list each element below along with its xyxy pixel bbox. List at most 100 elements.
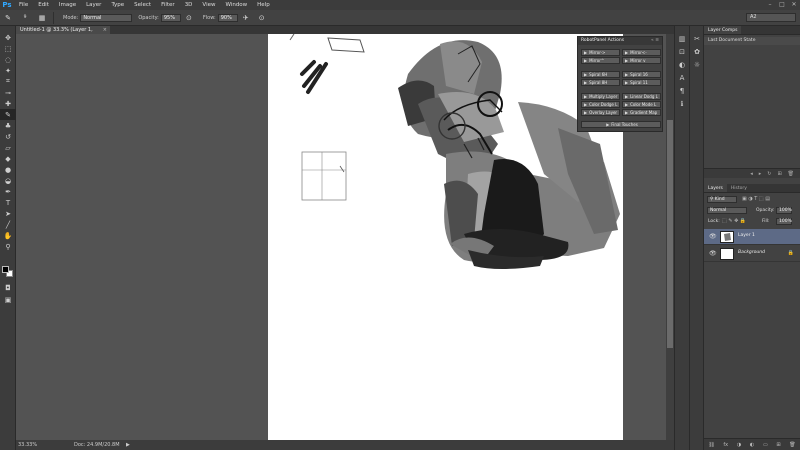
minimize-button[interactable]: – [764,0,776,10]
layer-comp-row[interactable]: Last Document State [704,37,800,45]
new-comp-icon[interactable]: ⊞ [777,171,781,177]
eraser-tool-icon[interactable]: ▱ [0,142,16,153]
document-canvas[interactable] [268,34,623,440]
brush-size-picker[interactable]: 9 [19,13,31,23]
paragraph-icon[interactable]: ¶ [675,84,689,97]
status-menu-arrow-icon[interactable]: ▶ [126,440,130,450]
update-comp-icon[interactable]: ↻ [767,171,771,177]
path-select-tool-icon[interactable]: ➤ [0,208,16,219]
paint-bucket-tool-icon[interactable]: ◆ [0,153,16,164]
opacity-pressure-icon[interactable]: ⊙ [184,13,194,23]
action-spiral-11-button[interactable]: ▶ Spiral 11 [622,79,661,86]
layer-row-background[interactable]: 👁 Background 🔒 [704,246,800,262]
hand-tool-icon[interactable]: ✋ [0,230,16,241]
dodge-tool-icon[interactable]: ◒ [0,175,16,186]
action-spiral-8h-button[interactable]: ▶ Spiral 8H [581,79,620,86]
menu-image[interactable]: Image [54,0,81,10]
maximize-button[interactable]: □ [776,0,788,10]
layer-opacity-field[interactable]: 100% [776,207,792,214]
close-window-button[interactable]: ✕ [788,0,800,10]
tab-layer-comps[interactable]: Layer Comps [704,26,742,34]
clone-stamp-tool-icon[interactable]: ♣ [0,120,16,131]
action-linear-dodge-button[interactable]: ▶ Linear Dodg L [622,93,661,100]
menu-filter[interactable]: Filter [156,0,180,10]
action-mirror-up-button[interactable]: ▶ Mirror^ [581,57,620,64]
add-mask-icon[interactable]: ◑ [737,442,741,448]
delete-layer-icon[interactable]: 🗑 [789,442,795,448]
prev-comp-icon[interactable]: ◂ [750,171,753,177]
menu-file[interactable]: File [14,0,33,10]
brush-preset-icon[interactable]: ✎ [3,13,13,23]
tab-history[interactable]: History [727,184,751,192]
eyedropper-tool-icon[interactable]: ⊸ [0,87,16,98]
brush-tool-icon[interactable]: ✎ [0,109,16,120]
info-icon[interactable]: ℹ [675,97,689,110]
menu-edit[interactable]: Edit [33,0,54,10]
layer-row-layer-1[interactable]: 👁 Layer 1 [704,229,800,245]
foreground-color-swatch[interactable] [2,266,9,273]
action-mirror-right-button[interactable]: ▶ Mirror-> [581,49,620,56]
delete-comp-icon[interactable]: 🗑 [788,171,794,177]
histogram-icon[interactable]: ▥ [675,32,689,45]
quick-mask-icon[interactable]: ◘ [0,282,16,293]
character-icon[interactable]: A [675,71,689,84]
adjustment-layer-icon[interactable]: ◐ [750,442,754,448]
flow-field[interactable]: 90% [217,13,238,22]
action-mirror-down-button[interactable]: ▶ Mirror v [622,57,661,64]
marquee-tool-icon[interactable]: ⬚ [0,43,16,54]
lasso-tool-icon[interactable]: ◌ [0,54,16,65]
crop-tool-icon[interactable]: ⌗ [0,76,16,87]
link-layers-icon[interactable]: ⛓ [708,442,714,448]
brush-presets-icon[interactable]: ✿ [690,45,704,58]
type-tool-icon[interactable]: T [0,197,16,208]
zoom-level[interactable]: 33.33% [18,440,37,450]
action-spiral-16-button[interactable]: ▶ Spiral 16 [622,71,661,78]
zoom-tool-icon[interactable]: ⚲ [0,241,16,252]
menu-3d[interactable]: 3D [180,0,198,10]
action-multiply-layer-button[interactable]: ▶ Multiply Layer [581,93,620,100]
mode-select[interactable]: Normal [80,13,133,22]
tool-presets-icon[interactable]: ✂ [690,32,704,45]
document-tab[interactable]: Untitled-1 @ 33.3% (Layer 1, RGB/8) * × [16,26,110,41]
adjustments-icon[interactable]: ☼ [690,58,704,71]
visibility-eye-icon[interactable]: 👁 [709,250,717,257]
panel-menu-icon[interactable]: « ≡ [651,37,659,45]
action-color-mode-button[interactable]: ▶ Color Mode L [622,101,661,108]
screen-mode-icon[interactable]: ▣ [0,294,16,305]
filter-type-icons[interactable]: ▣ ◑ T ⬚ ▤ [742,196,770,202]
opacity-field[interactable]: 95% [160,13,181,22]
airbrush-icon[interactable]: ✈ [241,13,251,23]
close-tab-icon[interactable]: × [103,26,107,34]
vertical-scrollbar[interactable] [666,34,674,440]
size-pressure-icon[interactable]: ⊙ [257,13,267,23]
new-layer-icon[interactable]: ⊞ [776,442,780,448]
action-spiral-6h-button[interactable]: ▶ Spiral 6H [581,71,620,78]
layer-kind-filter[interactable]: ⚲ Kind [707,196,737,203]
menu-type[interactable]: Type [106,0,129,10]
line-tool-icon[interactable]: ╱ [0,219,16,230]
color-icon[interactable]: ◐ [675,58,689,71]
fx-icon[interactable]: fx [723,442,728,448]
menu-layer[interactable]: Layer [81,0,106,10]
vertical-scroll-thumb[interactable] [667,120,673,348]
history-brush-tool-icon[interactable]: ↺ [0,131,16,142]
lock-icons[interactable]: ⬚ ✎ ✥ 🔒 [722,218,746,224]
workspace-select[interactable]: A2 [746,13,796,22]
blur-tool-icon[interactable]: ● [0,164,16,175]
visibility-eye-icon[interactable]: 👁 [709,233,717,240]
action-overlay-layer-button[interactable]: ▶ Overlay Layer [581,109,620,116]
menu-help[interactable]: Help [252,0,275,10]
brush-panel-icon[interactable]: ▦ [37,13,47,23]
blend-mode-select[interactable]: Normal [707,207,747,214]
action-final-touches-button[interactable]: ▶ Final Touches [581,121,661,128]
healing-tool-icon[interactable]: ✚ [0,98,16,109]
action-color-dodge-button[interactable]: ▶ Color Dodge L [581,101,620,108]
action-mirror-left-button[interactable]: ▶ Mirror<- [622,49,661,56]
action-gradient-map-button[interactable]: ▶ Gradient Map [622,109,661,116]
tab-layers[interactable]: Layers [704,184,727,192]
menu-view[interactable]: View [197,0,220,10]
next-comp-icon[interactable]: ▸ [759,171,762,177]
menu-select[interactable]: Select [129,0,156,10]
move-tool-icon[interactable]: ✥ [0,32,16,43]
menu-window[interactable]: Window [220,0,252,10]
